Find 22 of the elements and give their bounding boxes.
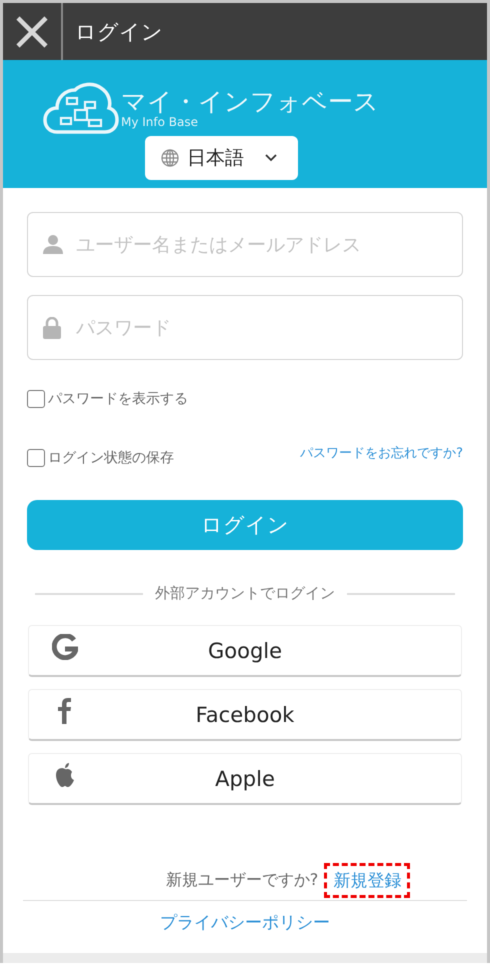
language-selector[interactable]: 日本語 (145, 136, 298, 180)
app-name: マイ・インフォベース (121, 88, 379, 116)
apple-logo-icon (54, 762, 76, 788)
privacy-policy-link[interactable]: プライバシーポリシー (160, 911, 330, 934)
show-password-checkbox[interactable]: パスワードを表示する (27, 390, 188, 408)
close-icon (15, 14, 49, 48)
input-field[interactable]: ユーザー名またはメールアドレス (27, 212, 463, 277)
remember-login-checkbox[interactable]: ログイン状態の保存 (27, 439, 174, 467)
social-login-button[interactable]: Apple (28, 753, 462, 805)
cloud-logo-icon (43, 80, 119, 136)
divider-label: 外部アカウントでログイン (155, 584, 335, 603)
forgot-password-link[interactable]: パスワードをお忘れですか? (300, 444, 463, 462)
new-user-prompt: 新規ユーザーですか? (166, 870, 318, 891)
g-logo-icon (52, 634, 78, 660)
chevron-down-icon (264, 153, 278, 163)
social-login-button[interactable]: Google (28, 625, 462, 677)
app-subtitle: My Info Base (121, 116, 200, 128)
page-title: ログイン (75, 18, 163, 46)
f-logo-icon (58, 698, 72, 724)
input-field[interactable]: パスワード (27, 295, 463, 360)
social-login-button[interactable]: Facebook (28, 689, 462, 741)
globe-icon (161, 149, 179, 167)
